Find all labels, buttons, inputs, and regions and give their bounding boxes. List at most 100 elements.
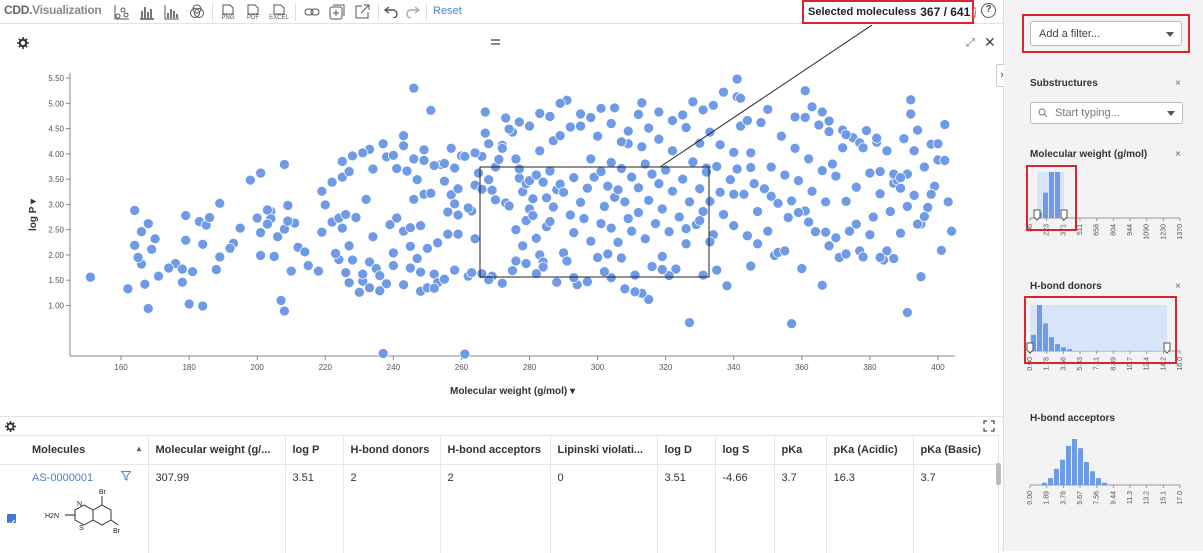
data-point[interactable]	[721, 280, 733, 292]
data-point[interactable]	[762, 225, 774, 237]
data-point[interactable]	[837, 142, 849, 154]
data-point[interactable]	[176, 263, 188, 275]
data-point[interactable]	[633, 109, 644, 120]
column-header[interactable]: H-bond donors	[343, 435, 441, 465]
close-icon[interactable]: ×	[1175, 149, 1181, 160]
data-point[interactable]	[701, 166, 712, 178]
data-point[interactable]	[462, 202, 474, 214]
histogram-icon[interactable]	[163, 2, 181, 22]
data-point[interactable]	[544, 111, 556, 122]
data-point[interactable]	[357, 147, 369, 159]
data-point[interactable]	[357, 268, 369, 280]
data-point[interactable]	[612, 236, 624, 248]
data-point[interactable]	[316, 226, 328, 238]
data-point[interactable]	[595, 103, 607, 114]
data-point[interactable]	[633, 182, 644, 194]
data-point[interactable]	[796, 263, 808, 274]
data-point[interactable]	[459, 348, 471, 360]
data-point[interactable]	[616, 163, 627, 174]
data-point[interactable]	[823, 240, 835, 252]
data-point[interactable]	[262, 204, 273, 216]
data-point[interactable]	[742, 230, 753, 242]
data-point[interactable]	[901, 201, 913, 212]
data-point[interactable]	[503, 200, 515, 212]
hba-histogram[interactable]: 0.00 1.89 3.78 5.67 7.56 9.44 11.3 13.2 15.1 17.0	[1022, 430, 1192, 520]
data-point[interactable]	[503, 123, 515, 135]
data-point[interactable]	[731, 73, 743, 85]
data-point[interactable]	[884, 206, 896, 217]
data-point[interactable]	[629, 286, 641, 298]
data-point[interactable]	[391, 212, 403, 224]
data-point[interactable]	[459, 151, 471, 162]
data-point[interactable]	[561, 255, 573, 267]
data-point[interactable]	[748, 178, 760, 190]
data-point[interactable]	[874, 166, 886, 177]
data-point[interactable]	[595, 218, 607, 229]
data-point[interactable]	[616, 252, 627, 264]
data-point[interactable]	[415, 220, 426, 231]
data-point[interactable]	[544, 165, 556, 177]
data-point[interactable]	[656, 264, 668, 275]
data-point[interactable]	[330, 248, 341, 259]
data-point[interactable]	[418, 144, 430, 156]
data-point[interactable]	[626, 171, 637, 183]
data-point[interactable]	[405, 222, 416, 233]
data-point[interactable]	[411, 174, 423, 185]
data-point[interactable]	[391, 163, 403, 174]
data-point[interactable]	[942, 196, 954, 208]
data-point[interactable]	[619, 196, 631, 208]
data-point[interactable]	[452, 228, 464, 240]
data-point[interactable]	[578, 213, 590, 224]
data-point[interactable]	[816, 165, 828, 176]
data-point[interactable]	[605, 118, 617, 129]
data-point[interactable]	[483, 138, 495, 150]
data-point[interactable]	[871, 132, 883, 144]
data-point[interactable]	[694, 215, 706, 226]
data-point[interactable]	[677, 173, 689, 185]
data-point[interactable]	[500, 112, 512, 124]
data-point[interactable]	[439, 158, 450, 169]
data-point[interactable]	[445, 142, 457, 154]
data-point[interactable]	[704, 236, 716, 248]
data-point[interactable]	[939, 119, 951, 130]
add-filter-dropdown[interactable]: Add a filter...	[1030, 21, 1182, 46]
data-point[interactable]	[687, 156, 699, 168]
data-point[interactable]	[85, 271, 96, 283]
data-point[interactable]	[224, 243, 236, 254]
data-point[interactable]	[633, 207, 644, 218]
data-point[interactable]	[803, 153, 814, 165]
data-point[interactable]	[302, 260, 314, 271]
data-point[interactable]	[211, 264, 222, 275]
pdf-export-icon[interactable]: PDF	[243, 2, 263, 22]
close-icon[interactable]: ×	[1175, 281, 1181, 292]
plot-close-icon[interactable]: ✕	[984, 34, 996, 51]
data-point[interactable]	[285, 265, 297, 277]
data-point[interactable]	[895, 227, 906, 239]
data-point[interactable]	[343, 240, 355, 252]
data-point[interactable]	[347, 254, 358, 266]
data-point[interactable]	[408, 153, 420, 165]
data-point[interactable]	[752, 238, 763, 250]
data-point[interactable]	[418, 155, 430, 166]
data-point[interactable]	[636, 141, 648, 153]
data-point[interactable]	[313, 265, 324, 277]
data-point[interactable]	[510, 224, 522, 236]
data-point[interactable]	[251, 212, 263, 224]
warning-badge-icon[interactable]: !	[973, 6, 976, 18]
data-point[interactable]	[605, 157, 617, 168]
column-header[interactable]: pKa	[774, 435, 827, 465]
data-point[interactable]	[473, 167, 484, 179]
data-point[interactable]	[864, 229, 876, 241]
data-point[interactable]	[183, 298, 195, 310]
data-point[interactable]	[905, 94, 917, 106]
data-point[interactable]	[946, 225, 957, 237]
data-point[interactable]	[234, 222, 246, 234]
data-point[interactable]	[340, 267, 352, 278]
data-point[interactable]	[585, 235, 597, 247]
data-point[interactable]	[176, 276, 188, 288]
data-point[interactable]	[619, 283, 631, 295]
column-header-molecules[interactable]: Molecules ▴	[25, 435, 149, 465]
data-point[interactable]	[479, 106, 491, 118]
data-point[interactable]	[442, 206, 454, 218]
scatter-plot[interactable]: 1.00 1.50 2.00 2.50 3.00 3.50 4.00 4.50 5.00 5.50…	[0, 25, 1003, 417]
